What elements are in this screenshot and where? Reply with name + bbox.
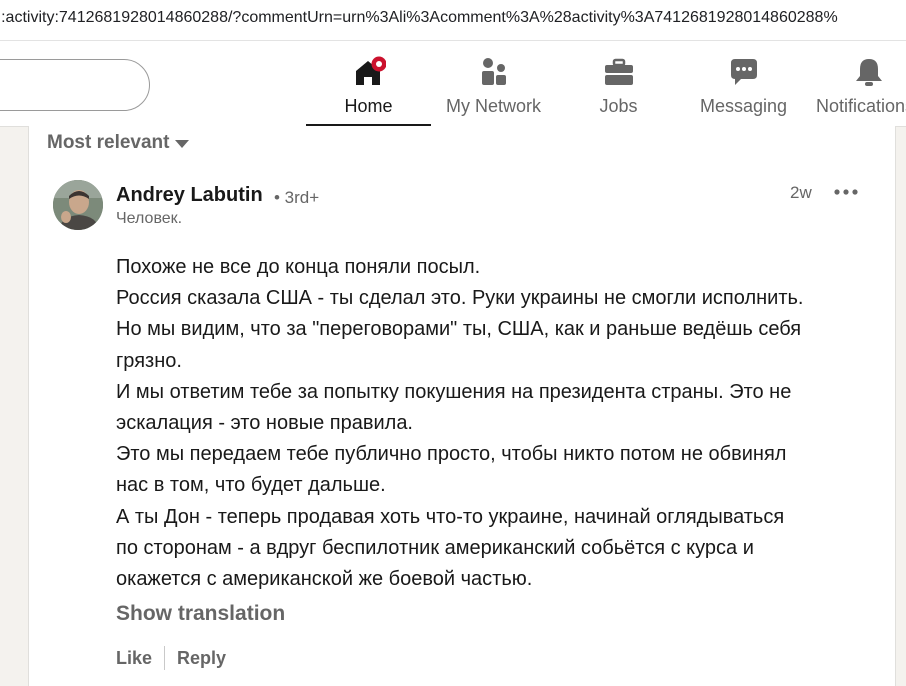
comment-author-name[interactable]: Andrey Labutin: [116, 184, 263, 207]
comment-line: по сторонам - а вдруг беспилотник америк…: [116, 536, 754, 559]
connection-degree: • 3rd+: [274, 188, 320, 207]
comment-actions: Like Reply: [116, 646, 226, 670]
nav-jobs[interactable]: Jobs: [556, 41, 681, 126]
nav-my-network-label: My Network: [445, 96, 541, 116]
more-options-icon[interactable]: [832, 182, 860, 202]
comment-line: И мы ответим тебе за попытку покушения н…: [116, 380, 792, 403]
like-button[interactable]: Like: [116, 648, 152, 669]
comment-line: А ты Дон - теперь продавая хоть что-то у…: [116, 505, 785, 528]
sort-label: Most relevant: [47, 132, 170, 153]
comment-line: окажется с американской же боевой частью…: [116, 568, 533, 591]
comment-line: Похоже не все до конца поняли посыл.: [116, 256, 481, 278]
comment-line: нас в том, что будет дальше.: [116, 474, 386, 497]
address-bar[interactable]: li:activity:7412681928014860288/?comment…: [0, 0, 906, 41]
comment-timestamp: 2w: [790, 183, 812, 202]
divider: [164, 646, 166, 670]
nav-jobs-label: Jobs: [599, 96, 638, 116]
comment-body: Похоже не все до конца поняли посыл. Рос…: [116, 252, 876, 595]
author-headline: Человек.: [116, 210, 183, 227]
show-translation-button[interactable]: Show translation: [116, 602, 285, 626]
nav-notifications[interactable]: Notifications: [806, 41, 906, 126]
caret-down-icon: [175, 140, 190, 148]
nav-home[interactable]: Home: [306, 41, 431, 127]
comment-line: Это мы передаем тебе публично просто, чт…: [116, 443, 787, 466]
comments-card: Most relevant Andrey Labutin • 3rd+ Чело…: [28, 126, 896, 686]
comment-line: Но мы видим, что за "переговорами" ты, С…: [116, 318, 802, 341]
briefcase-icon: [602, 55, 636, 89]
comment-line: Россия сказала США - ты сделал это. Руки…: [116, 287, 804, 310]
nav-my-network[interactable]: My Network: [431, 41, 556, 126]
network-icon: [477, 55, 511, 89]
comment-line: эскалация - это новые правила.: [116, 412, 413, 435]
sort-dropdown[interactable]: Most relevant: [47, 132, 190, 154]
nav-messaging-label: Messaging: [699, 96, 788, 116]
messaging-icon: [727, 55, 761, 89]
url-text[interactable]: li:activity:7412681928014860288/?comment…: [0, 9, 838, 27]
search-input[interactable]: [0, 59, 150, 111]
reply-button[interactable]: Reply: [177, 648, 226, 669]
nav-messaging[interactable]: Messaging: [681, 41, 806, 126]
avatar[interactable]: [53, 180, 103, 230]
comment-line: грязно.: [116, 349, 182, 372]
nav-home-label: Home: [344, 96, 393, 116]
top-navigation: Home My Network Jobs Messaging Notificat…: [0, 41, 906, 127]
home-icon: [352, 55, 386, 89]
bell-icon: [852, 55, 886, 89]
nav-notifications-label: Notifications: [816, 96, 906, 116]
